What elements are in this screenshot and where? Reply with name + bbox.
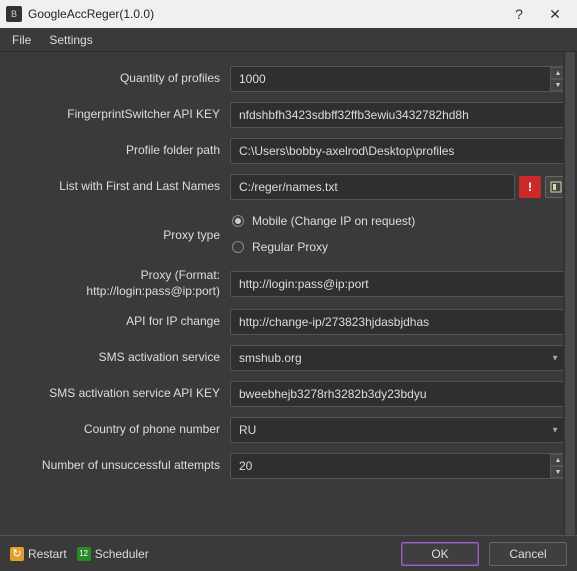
label-sms-service: SMS activation service (10, 350, 230, 366)
ok-button[interactable]: OK (401, 542, 479, 566)
cancel-button[interactable]: Cancel (489, 542, 567, 566)
quantity-input[interactable] (230, 66, 567, 92)
radio-proxy-mobile[interactable]: Mobile (Change IP on request) (232, 214, 415, 228)
radio-regular-label: Regular Proxy (252, 240, 328, 254)
app-icon: B (6, 6, 22, 22)
label-sms-key: SMS activation service API KEY (10, 386, 230, 402)
error-icon[interactable]: ! (519, 176, 541, 198)
menubar: File Settings (0, 28, 577, 52)
fp-key-input[interactable] (230, 102, 567, 128)
scheduler-label: Scheduler (95, 547, 149, 561)
attempts-input[interactable] (230, 453, 567, 479)
names-list-input[interactable] (230, 174, 515, 200)
label-quantity: Quantity of profiles (10, 71, 230, 87)
scheduler-icon: 12 (77, 547, 91, 561)
profile-path-input[interactable] (230, 138, 567, 164)
menu-settings[interactable]: Settings (41, 31, 100, 49)
scrollbar-thumb[interactable] (565, 52, 575, 535)
label-profile-path: Profile folder path (10, 143, 230, 159)
restart-label: Restart (28, 547, 67, 561)
form-body: Quantity of profiles ▲▼ FingerprintSwitc… (0, 52, 577, 479)
scrollbar[interactable] (563, 52, 577, 535)
proxy-input[interactable] (230, 271, 567, 297)
titlebar: B GoogleAccReger(1.0.0) ? ✕ (0, 0, 577, 28)
sms-service-select[interactable] (230, 345, 567, 371)
radio-proxy-regular[interactable]: Regular Proxy (232, 240, 415, 254)
label-attempts: Number of unsuccessful attempts (10, 458, 230, 474)
scheduler-button[interactable]: 12 Scheduler (77, 547, 149, 561)
label-names-list: List with First and Last Names (10, 179, 230, 195)
label-proxy-type: Proxy type (10, 210, 230, 244)
help-button[interactable]: ? (501, 6, 537, 22)
label-fp-key: FingerprintSwitcher API KEY (10, 107, 230, 123)
label-country: Country of phone number (10, 422, 230, 438)
sms-key-input[interactable] (230, 381, 567, 407)
footer: ↻ Restart 12 Scheduler OK Cancel (0, 535, 577, 571)
window-title: GoogleAccReger(1.0.0) (28, 7, 501, 21)
radio-dot-icon (232, 215, 244, 227)
menu-file[interactable]: File (4, 31, 39, 49)
restart-icon: ↻ (10, 547, 24, 561)
label-proxy-format: Proxy (Format: http://login:pass@ip:port… (10, 268, 230, 299)
country-select[interactable] (230, 417, 567, 443)
radio-dot-icon (232, 241, 244, 253)
restart-button[interactable]: ↻ Restart (10, 547, 67, 561)
ip-api-input[interactable] (230, 309, 567, 335)
label-ip-api: API for IP change (10, 314, 230, 330)
close-button[interactable]: ✕ (537, 6, 573, 23)
radio-mobile-label: Mobile (Change IP on request) (252, 214, 415, 228)
